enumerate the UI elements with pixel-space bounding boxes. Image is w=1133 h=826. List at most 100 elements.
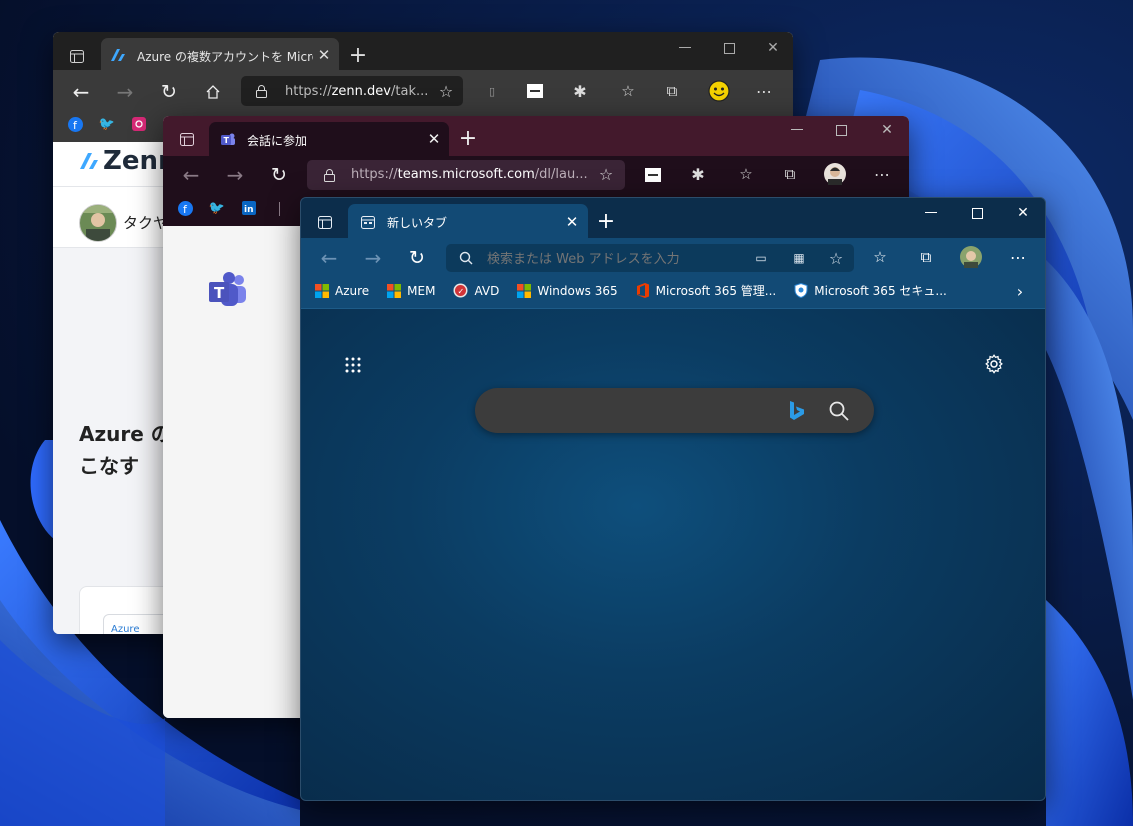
refresh-icon[interactable]: ↻ — [405, 246, 429, 270]
author-name[interactable]: タクヤ — [123, 212, 168, 233]
forward-icon[interactable]: → — [361, 246, 385, 270]
settings-gear-icon[interactable] — [981, 351, 1007, 377]
back-icon[interactable]: ← — [317, 246, 341, 270]
tab-active[interactable] — [209, 122, 449, 156]
tab-title: 会話に参加 — [247, 134, 308, 148]
forward-icon[interactable]: → — [223, 163, 247, 187]
favorite-label: MEM — [407, 283, 436, 298]
extensions-puzzle-icon[interactable]: ✱ — [687, 163, 709, 185]
tab-active[interactable] — [348, 204, 588, 238]
instagram-icon[interactable] — [131, 116, 147, 132]
article-title-line1: Azure の — [79, 422, 171, 446]
profile-avatar-icon[interactable] — [707, 79, 731, 103]
refresh-icon[interactable]: ↻ — [267, 163, 291, 187]
maximize-icon[interactable] — [717, 38, 741, 58]
extension-icon-1[interactable]: ▯ — [483, 82, 501, 100]
home-icon[interactable] — [201, 80, 225, 104]
svg-text:T: T — [224, 136, 230, 145]
twitter-icon[interactable]: 🐦 — [209, 200, 225, 216]
favorite-label: AVD — [474, 283, 500, 298]
favorites-icon[interactable]: ☆ — [735, 163, 757, 185]
new-tab-icon[interactable]: + — [347, 43, 369, 68]
profile-avatar-icon[interactable] — [959, 245, 983, 269]
search-icon — [457, 249, 475, 267]
favorite-mem[interactable]: MEM — [387, 282, 435, 299]
collections-icon[interactable]: ⧉ — [915, 246, 937, 268]
favorite-avd[interactable]: ✓ AVD — [453, 282, 499, 299]
favorites-icon[interactable]: ☆ — [617, 80, 639, 102]
article-title-line2: こなす — [79, 454, 139, 478]
app-launcher-icon[interactable] — [341, 353, 365, 377]
extensions-puzzle-icon[interactable]: ✱ — [569, 80, 591, 102]
new-tab-icon[interactable]: + — [595, 209, 617, 234]
zenn-logo[interactable]: Zenn — [79, 146, 177, 176]
close-window-icon[interactable]: ✕ — [1011, 203, 1035, 223]
add-favorite-icon[interactable]: ☆ — [825, 247, 847, 269]
bing-logo-icon[interactable] — [785, 398, 809, 424]
author-avatar[interactable] — [79, 204, 117, 242]
forward-icon[interactable]: → — [113, 80, 137, 104]
close-window-icon[interactable]: ✕ — [761, 38, 785, 58]
maximize-icon[interactable] — [965, 203, 989, 223]
favorite-label: Microsoft 365 セキュ... — [814, 284, 947, 298]
office-icon — [636, 283, 649, 298]
tab-actions-icon[interactable] — [315, 212, 335, 232]
tab-actions-icon[interactable] — [177, 129, 197, 149]
favorites-icon[interactable]: ☆ — [869, 246, 891, 268]
qr-code-icon[interactable]: ▦ — [789, 248, 809, 268]
app-available-icon[interactable]: ▭ — [751, 248, 771, 268]
twitter-icon[interactable]: 🐦 — [99, 116, 115, 132]
bing-search-box[interactable] — [475, 388, 874, 433]
svg-text:T: T — [214, 284, 225, 302]
minimize-icon[interactable] — [785, 120, 809, 140]
tab-actions-icon[interactable] — [67, 46, 87, 66]
close-window-icon[interactable]: ✕ — [875, 120, 899, 140]
linkedin-icon[interactable]: in — [241, 200, 257, 216]
address-input[interactable] — [485, 248, 729, 270]
collections-icon[interactable]: ⧉ — [661, 80, 683, 102]
collections-icon[interactable]: ⧉ — [779, 163, 801, 185]
tab-title: Azure の複数アカウントを Microsoft Edge — [137, 50, 313, 64]
more-menu-icon[interactable]: ⋯ — [1007, 246, 1029, 268]
svg-text:✓: ✓ — [458, 287, 465, 296]
microsoft-logo-icon — [387, 283, 402, 298]
lock-icon[interactable] — [321, 166, 337, 184]
zenn-favicon-icon — [109, 46, 127, 64]
minimize-icon[interactable] — [673, 38, 697, 58]
close-tab-icon[interactable]: ✕ — [425, 130, 443, 148]
add-favorite-icon[interactable]: ☆ — [595, 163, 617, 185]
close-tab-icon[interactable]: ✕ — [563, 213, 581, 231]
lock-icon[interactable] — [253, 82, 269, 100]
avd-icon: ✓ — [453, 283, 468, 298]
svg-text:in: in — [244, 205, 254, 215]
extension-icon-2[interactable] — [525, 81, 545, 101]
favorites-divider — [279, 202, 280, 216]
search-submit-icon[interactable] — [827, 399, 851, 423]
minimize-icon[interactable] — [919, 203, 943, 223]
facebook-icon[interactable]: f — [67, 116, 83, 132]
favorite-windows365[interactable]: Windows 365 — [517, 282, 618, 299]
profile-avatar-icon[interactable] — [823, 162, 847, 186]
microsoft-logo-icon — [517, 283, 532, 298]
shield-icon — [794, 283, 808, 298]
favorite-azure[interactable]: Azure — [315, 282, 369, 299]
favorite-m365-admin[interactable]: Microsoft 365 管理... — [636, 282, 777, 299]
favorite-m365-security[interactable]: Microsoft 365 セキュ... — [794, 282, 947, 299]
favorite-label: Microsoft 365 管理... — [655, 284, 777, 298]
more-menu-icon[interactable]: ⋯ — [871, 163, 893, 185]
extension-icon-2[interactable] — [643, 165, 663, 185]
facebook-icon[interactable]: f — [177, 200, 193, 216]
add-favorite-icon[interactable]: ☆ — [435, 80, 457, 102]
link-card-text: Azure — [111, 624, 140, 634]
refresh-icon[interactable]: ↻ — [157, 80, 181, 104]
favorites-overflow-chevron-icon[interactable]: › — [1011, 282, 1029, 301]
favorite-label: Windows 365 — [537, 283, 618, 298]
tab-title: 新しいタブ — [387, 216, 448, 230]
maximize-icon[interactable] — [829, 120, 853, 140]
more-menu-icon[interactable]: ⋯ — [753, 80, 775, 102]
back-icon[interactable]: ← — [69, 80, 93, 104]
close-tab-icon[interactable]: ✕ — [315, 46, 333, 64]
teams-favicon-icon: T — [219, 130, 237, 148]
back-icon[interactable]: ← — [179, 163, 203, 187]
new-tab-icon[interactable]: + — [457, 126, 479, 151]
